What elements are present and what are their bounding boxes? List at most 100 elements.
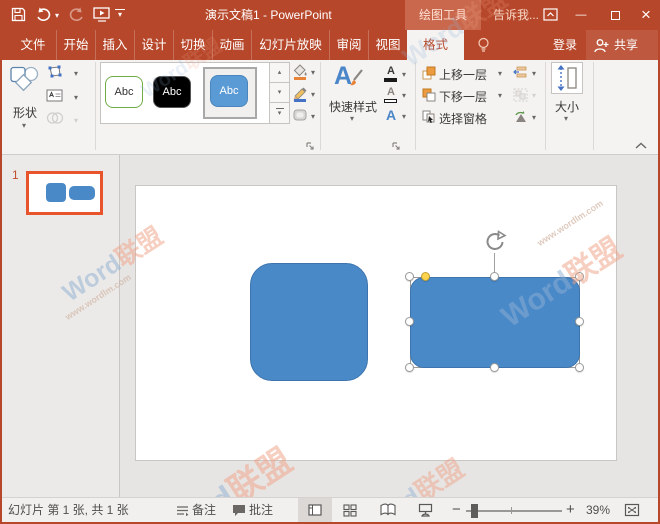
- align-icon: [513, 66, 527, 83]
- up-arrow-icon: ▴: [278, 69, 282, 76]
- rounded-rectangle-shape-left[interactable]: [250, 263, 368, 381]
- close-button[interactable]: ×: [632, 0, 660, 30]
- customize-qat-icon[interactable]: ▾: [115, 9, 125, 19]
- tab-animations[interactable]: 动画: [213, 30, 252, 60]
- notes-button-label[interactable]: 备注: [192, 498, 216, 522]
- text-fill-button[interactable]: A ▾: [384, 66, 410, 86]
- textbox-dropdown-icon: ▾: [74, 94, 78, 102]
- tab-file[interactable]: 文件: [10, 30, 57, 60]
- quick-styles-button[interactable]: A 快速样式 ▾: [324, 62, 382, 134]
- tab-home[interactable]: 开始: [57, 30, 96, 60]
- group-icon: [513, 89, 528, 106]
- textbox-button[interactable]: ▾: [46, 88, 84, 110]
- size-button[interactable]: 大小 ▾: [548, 62, 588, 134]
- shape-style-option-2[interactable]: Abc: [153, 76, 191, 108]
- text-outline-button[interactable]: A ▾: [384, 87, 410, 107]
- zoom-out-button[interactable]: −: [452, 498, 461, 522]
- ribbon-display-options-icon[interactable]: [537, 0, 563, 30]
- tab-slideshow[interactable]: 幻灯片放映: [252, 30, 330, 60]
- text-outline-dropdown-icon: ▾: [402, 92, 406, 100]
- gallery-scroll-down[interactable]: ▾: [269, 83, 289, 103]
- slide-thumbnail-selected[interactable]: [26, 171, 103, 215]
- slideshow-view-button[interactable]: [418, 503, 433, 522]
- comments-button-label[interactable]: 批注: [249, 498, 273, 522]
- wordart-dialog-launcher-icon[interactable]: [392, 138, 401, 156]
- text-effects-button[interactable]: A ▾: [384, 108, 410, 128]
- tab-transitions[interactable]: 切换: [174, 30, 213, 60]
- share-button[interactable]: 共享: [586, 30, 658, 60]
- resize-handle-ne[interactable]: [575, 272, 584, 281]
- bring-forward-label: 上移一层: [439, 66, 487, 83]
- zoom-in-button[interactable]: +: [566, 498, 575, 522]
- shape-style-option-1[interactable]: Abc: [105, 76, 143, 108]
- gallery-scroll-up[interactable]: ▴: [269, 63, 289, 83]
- undo-icon[interactable]: [36, 7, 52, 23]
- shape-style-gallery: Abc Abc Abc ▴ ▾ ▾: [100, 62, 290, 124]
- shape-outline-button[interactable]: ▾: [292, 86, 318, 106]
- shape-style-option-3-selected[interactable]: Abc: [210, 75, 248, 107]
- shape-styles-dialog-launcher-icon[interactable]: [306, 138, 315, 156]
- text-fill-dropdown-icon: ▾: [402, 71, 406, 79]
- selection-pane-icon: [422, 111, 436, 128]
- window-border-left: [0, 30, 2, 524]
- minimize-button[interactable]: —: [566, 0, 596, 30]
- resize-handle-nw[interactable]: [405, 272, 414, 281]
- zoom-slider-thumb[interactable]: [471, 504, 478, 518]
- rotate-handle[interactable]: [483, 230, 507, 259]
- notes-icon[interactable]: [176, 504, 189, 522]
- align-button[interactable]: ▾: [513, 66, 541, 82]
- rotate-button[interactable]: ▾: [513, 110, 541, 126]
- shape-effects-button[interactable]: ▾: [292, 108, 318, 128]
- slide-sorter-icon: [343, 504, 357, 517]
- rounded-rectangle-shape-selected[interactable]: [410, 277, 580, 368]
- drawing-tools-header[interactable]: 绘图工具: [405, 0, 481, 30]
- resize-handle-e[interactable]: [575, 317, 584, 326]
- zoom-level-label[interactable]: 39%: [586, 498, 610, 522]
- resize-handle-w[interactable]: [405, 317, 414, 326]
- send-backward-button[interactable]: 下移一层 ▾: [422, 88, 507, 104]
- shape-outline-icon: [292, 89, 308, 106]
- resize-handle-n[interactable]: [490, 272, 499, 281]
- zoom-slider-track[interactable]: [466, 510, 562, 512]
- shape-fill-button[interactable]: ▾: [292, 64, 318, 84]
- text-effects-dropdown-icon: ▾: [402, 113, 406, 121]
- resize-handle-se[interactable]: [575, 363, 584, 372]
- tab-view[interactable]: 视图: [369, 30, 407, 60]
- tellme-label[interactable]: 告诉我...: [493, 0, 539, 30]
- slide-sorter-view-button[interactable]: [343, 504, 357, 522]
- comments-icon[interactable]: [232, 504, 246, 522]
- merge-shapes-icon: [46, 112, 64, 129]
- normal-view-button-active[interactable]: [298, 498, 332, 523]
- resize-handle-sw[interactable]: [405, 363, 414, 372]
- undo-dropdown-icon[interactable]: ▾: [55, 12, 59, 20]
- save-icon[interactable]: [11, 7, 26, 23]
- fit-to-window-button[interactable]: [624, 503, 640, 522]
- resize-handle-s[interactable]: [490, 363, 499, 372]
- tab-review[interactable]: 审阅: [330, 30, 369, 60]
- shape-outline-dropdown-icon: ▾: [311, 91, 315, 99]
- maximize-button[interactable]: [600, 0, 630, 30]
- text-fill-icon: A: [384, 66, 398, 77]
- tab-insert[interactable]: 插入: [96, 30, 135, 60]
- shape-effects-dropdown-icon: ▾: [311, 113, 315, 121]
- more-bar-icon: [276, 108, 284, 109]
- signin-label[interactable]: 登录: [553, 30, 577, 60]
- adjust-handle-yellow[interactable]: [421, 272, 430, 281]
- panel-divider[interactable]: [119, 155, 120, 497]
- shapes-icon: [10, 66, 40, 98]
- text-outline-colorbar: [384, 99, 397, 103]
- start-slideshow-icon[interactable]: [93, 7, 111, 23]
- bring-forward-button[interactable]: 上移一层 ▾: [422, 66, 507, 82]
- selection-pane-button[interactable]: 选择窗格: [422, 110, 507, 126]
- down-arrow-icon: ▾: [278, 89, 282, 96]
- collapse-ribbon-icon[interactable]: [634, 138, 648, 156]
- tellme-lightbulb-icon[interactable]: [477, 37, 490, 58]
- powerpoint-window: ▾ ▾ 演示文稿1 - PowerPoint 绘图工具 — × 文件 开始 插入…: [0, 0, 660, 524]
- tab-format-active[interactable]: 格式: [407, 30, 464, 60]
- shapes-button[interactable]: 形状 ▾: [6, 62, 44, 137]
- tab-design[interactable]: 设计: [135, 30, 174, 60]
- group-button: ▾: [513, 88, 541, 104]
- edit-shape-button[interactable]: ▾: [46, 64, 84, 86]
- gallery-more-button[interactable]: ▾: [269, 103, 289, 123]
- reading-view-button[interactable]: [380, 503, 396, 522]
